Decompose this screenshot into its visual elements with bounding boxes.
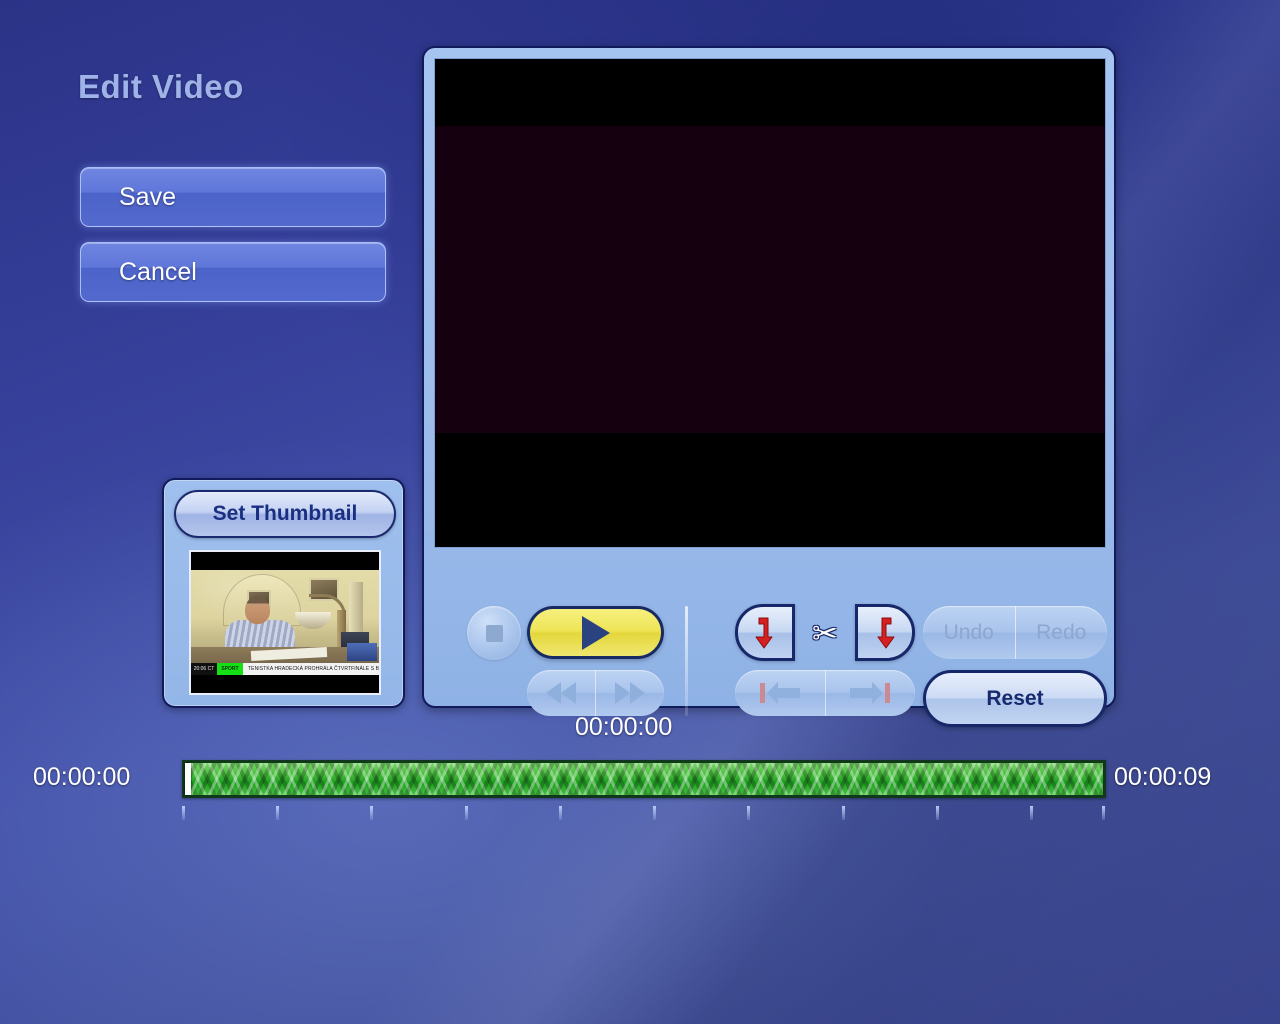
frame-step-group — [735, 670, 915, 716]
ticker-headline: TENISTKA HRADECKÁ PROHRÁLA ČTVRTFINÁLE S… — [243, 663, 379, 675]
timeline-tick — [653, 806, 657, 820]
thumbnail-scene: 20:06 CT SPORT TENISTKA HRADECKÁ PROHRÁL… — [191, 570, 379, 675]
rewind-icon — [546, 682, 576, 704]
thumbnail-letterbox-bottom — [191, 675, 379, 693]
trim-button-group: ✂ — [735, 604, 915, 661]
timeline-end-label: 00:00:09 — [1114, 763, 1212, 791]
trim-start-arrow-icon — [755, 617, 773, 648]
reset-button-label: Reset — [986, 686, 1044, 710]
playhead-time-label: 00:00:00 — [575, 713, 673, 741]
save-button-label: Save — [119, 182, 176, 211]
transport-controls: ✂ Undo Redo Reset — [435, 560, 1107, 727]
scissors-icon[interactable]: ✂ — [799, 616, 851, 650]
timeline-tick — [276, 806, 280, 820]
set-thumbnail-label: Set Thumbnail — [212, 502, 358, 525]
timeline-tick-marks — [182, 806, 1106, 822]
trim-end-button[interactable] — [855, 604, 915, 661]
video-preview-surface[interactable] — [434, 58, 1106, 548]
thumbnail-panel: Set Thumbnail 20:06 CT SPORT TENISTKA HR… — [162, 478, 405, 708]
save-button[interactable]: Save — [80, 167, 386, 227]
timeline-tick — [464, 806, 468, 820]
timeline-playhead[interactable] — [185, 763, 191, 795]
rewind-button[interactable] — [527, 670, 596, 716]
undo-button[interactable]: Undo — [923, 606, 1016, 659]
jump-to-start-icon — [759, 682, 800, 704]
play-button[interactable] — [527, 606, 664, 659]
edit-video-screen: Edit Video Save Cancel Set Thumbnail 20:… — [0, 0, 1280, 1024]
reset-button[interactable]: Reset — [923, 670, 1107, 727]
ticker-time: 20:06 CT — [191, 663, 217, 675]
cancel-button-label: Cancel — [119, 257, 197, 286]
video-frame-content — [435, 126, 1105, 433]
thumbnail-blue-object — [347, 643, 377, 661]
set-thumbnail-button[interactable]: Set Thumbnail — [174, 490, 396, 538]
timeline-start-label: 00:00:00 — [33, 763, 131, 791]
jump-to-end-icon — [850, 682, 891, 704]
thumbnail-preview-image[interactable]: 20:06 CT SPORT TENISTKA HRADECKÁ PROHRÁL… — [189, 550, 381, 695]
thumbnail-letterbox-top — [191, 552, 379, 570]
fast-forward-button[interactable] — [596, 670, 664, 716]
thumbnail-person-head — [245, 596, 270, 624]
timeline-tick — [841, 806, 845, 820]
timeline-tick — [935, 806, 939, 820]
redo-button[interactable]: Redo — [1016, 606, 1108, 659]
fast-forward-icon — [615, 682, 645, 704]
stop-button[interactable] — [467, 606, 521, 660]
video-player-panel: ✂ Undo Redo Reset — [422, 46, 1116, 727]
trim-start-button[interactable] — [735, 604, 795, 661]
jump-to-end-button[interactable] — [826, 670, 916, 716]
timeline-tick — [558, 806, 562, 820]
thumbnail-lamp-shade — [295, 612, 331, 629]
timeline-tick — [182, 806, 185, 820]
timeline-tick — [1102, 806, 1106, 820]
page-title: Edit Video — [78, 68, 244, 105]
timeline-tick — [747, 806, 751, 820]
jump-to-start-button[interactable] — [735, 670, 826, 716]
undo-redo-group: Undo Redo — [923, 606, 1107, 659]
trim-end-arrow-icon — [877, 617, 895, 648]
ticker-tag: SPORT — [217, 663, 243, 675]
cancel-button[interactable]: Cancel — [80, 242, 386, 302]
stop-icon — [485, 624, 503, 642]
timeline-tick — [370, 806, 374, 820]
redo-button-label: Redo — [1036, 620, 1087, 644]
play-icon — [581, 615, 610, 650]
seek-button-group — [527, 670, 664, 716]
controls-divider — [685, 606, 688, 716]
thumbnail-news-ticker: 20:06 CT SPORT TENISTKA HRADECKÁ PROHRÁL… — [191, 663, 379, 675]
timeline-tick — [1030, 806, 1034, 820]
undo-button-label: Undo — [943, 620, 994, 644]
timeline-track[interactable] — [182, 760, 1106, 798]
